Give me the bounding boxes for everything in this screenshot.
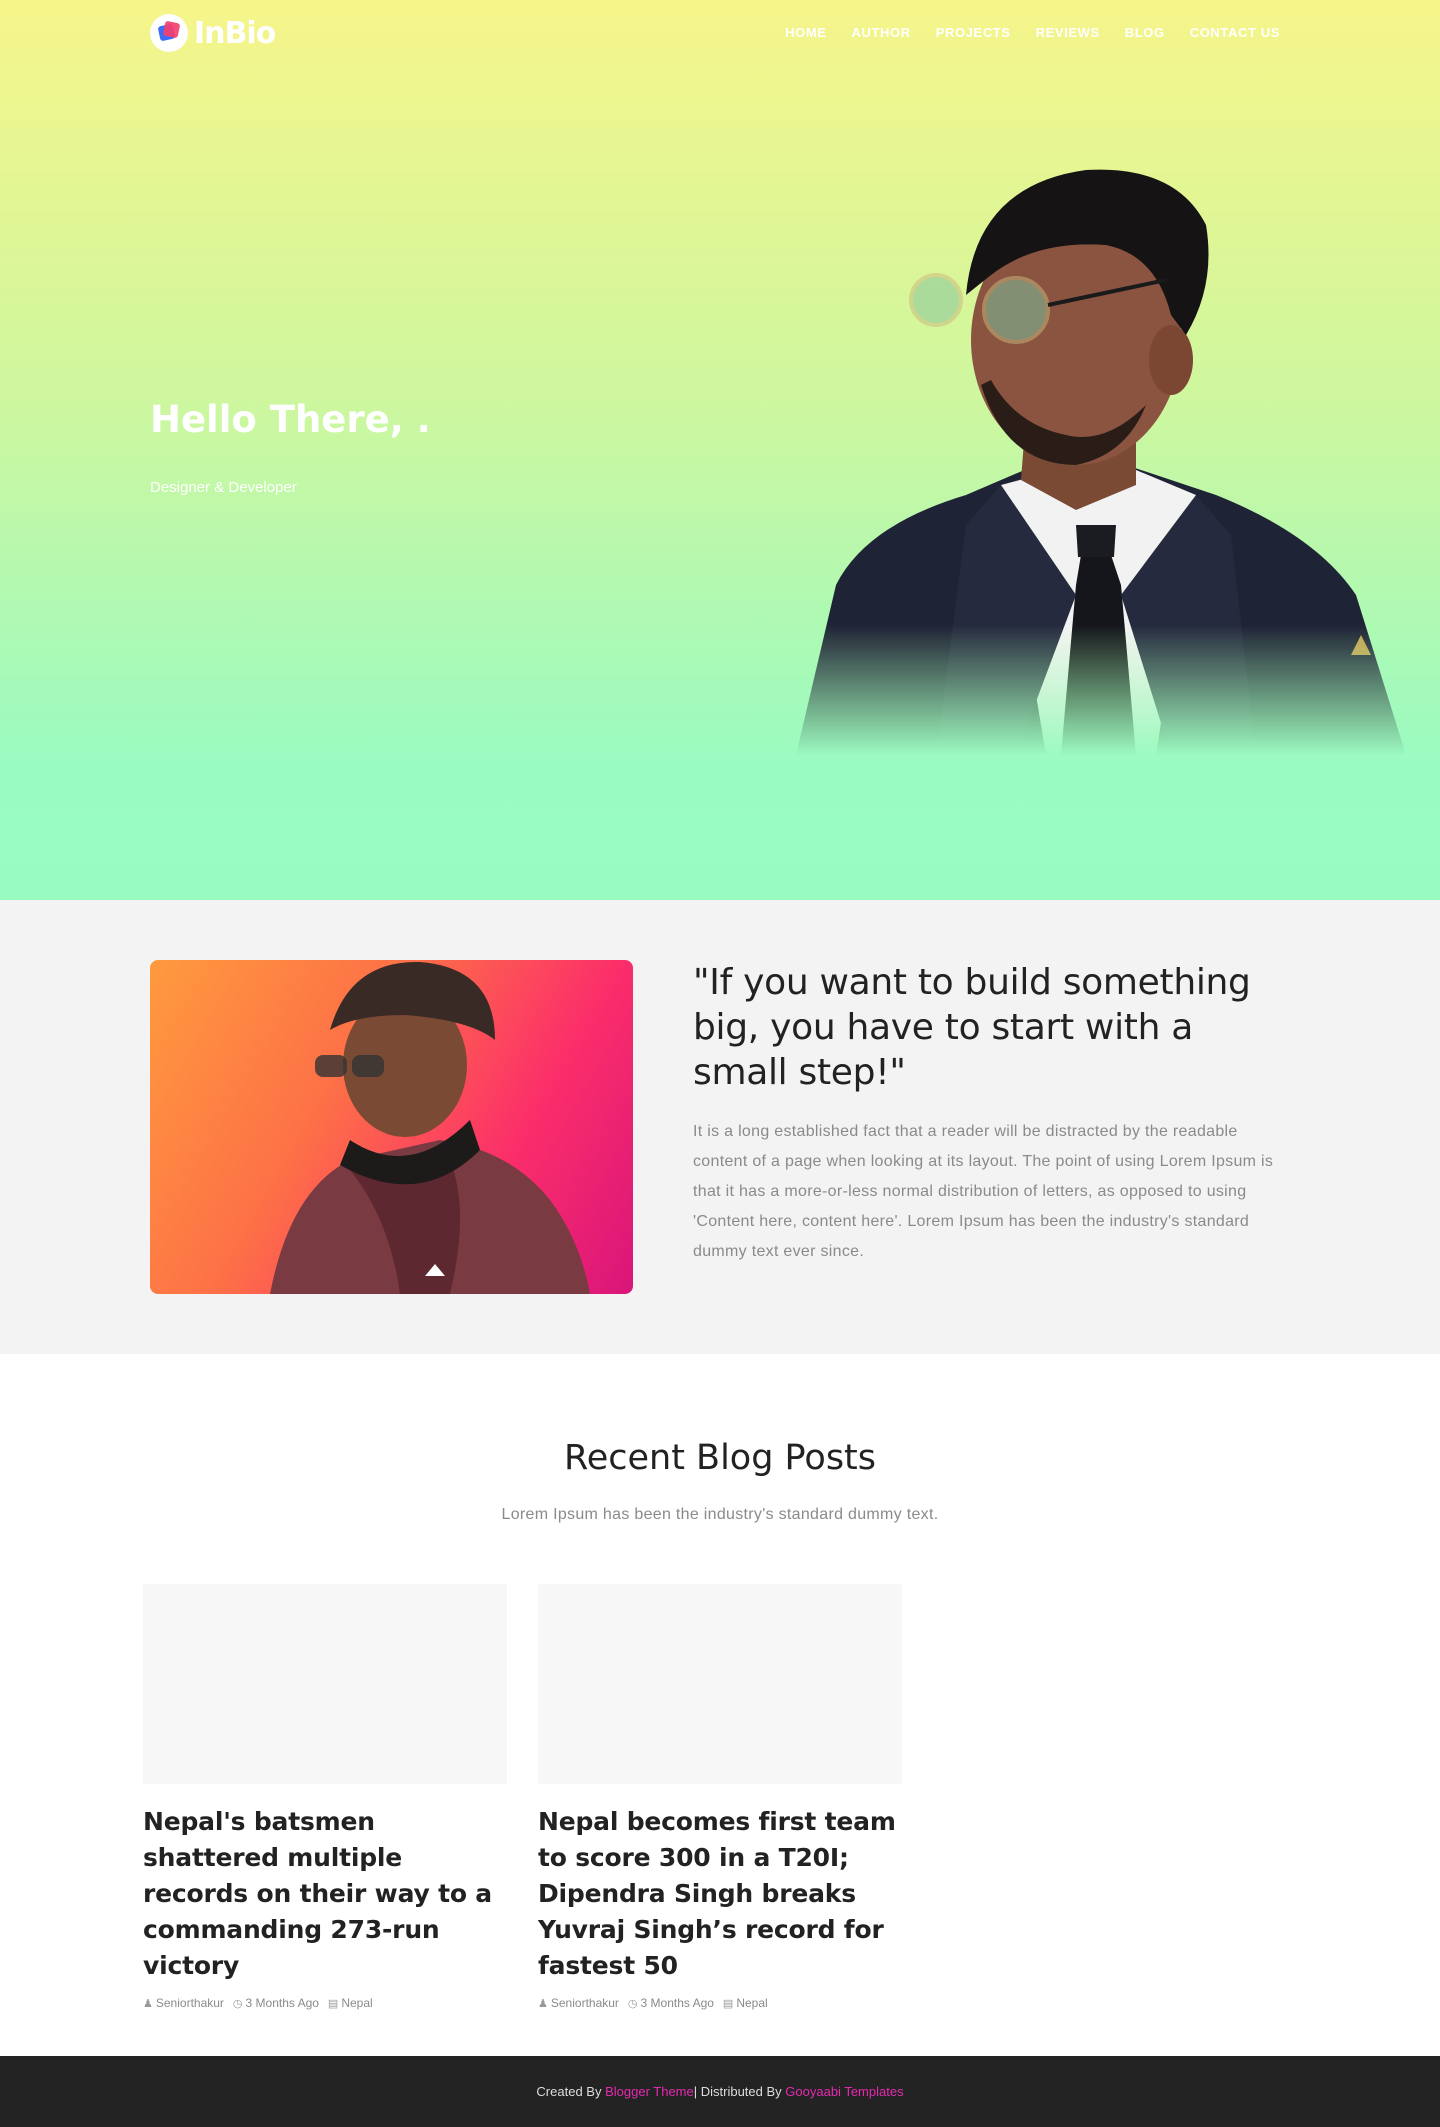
hero-portrait-image bbox=[796, 169, 1406, 755]
post-author[interactable]: ♟ Seniorthakur bbox=[143, 1996, 224, 2010]
main-menu: HOME AUTHOR PROJECTS REVIEWS BLOG CONTAC… bbox=[785, 25, 1280, 40]
footer-distributed-prefix: | Distributed By bbox=[693, 2084, 782, 2099]
about-description: It is a long established fact that a rea… bbox=[693, 1123, 1274, 1260]
post-author-name: Seniorthakur bbox=[155, 1996, 224, 2010]
blog-post-card[interactable]: Nepal's batsmen shattered multiple recor… bbox=[143, 1584, 507, 2010]
clock-icon: ◷ bbox=[232, 1997, 243, 2010]
hero-title: Hello There, . bbox=[150, 398, 431, 441]
top-navbar: InBio HOME AUTHOR PROJECTS REVIEWS BLOG … bbox=[0, 0, 1440, 66]
about-section: "If you want to build something big, you… bbox=[0, 900, 1440, 1354]
post-meta: ♟ Seniorthakur ◷ 3 Months Ago ▤ Nepal bbox=[143, 1996, 507, 2010]
footer-gooyaabi-link[interactable]: Gooyaabi Templates bbox=[785, 2084, 903, 2099]
nav-item-blog[interactable]: BLOG bbox=[1125, 25, 1165, 40]
hero-subtitle: Designer & Developer bbox=[150, 479, 297, 496]
post-category[interactable]: ▤ Nepal bbox=[328, 1996, 373, 2010]
logo-mark-icon bbox=[150, 14, 188, 52]
hero-intro: Hello There, . Designer & Developer bbox=[150, 398, 431, 496]
nav-item-projects[interactable]: PROJECTS bbox=[936, 25, 1011, 40]
post-date-text: 3 Months Ago bbox=[640, 1996, 714, 2010]
folder-icon: ▤ bbox=[327, 1997, 339, 2010]
site-footer: Created By Blogger Theme | Distributed B… bbox=[0, 2056, 1440, 2127]
blog-post-card[interactable]: Nepal becomes first team to score 300 in… bbox=[538, 1584, 902, 2010]
nav-item-contact-us[interactable]: CONTACT US bbox=[1190, 25, 1280, 40]
post-category[interactable]: ▤ Nepal bbox=[723, 1996, 768, 2010]
logo-text: InBio bbox=[194, 15, 276, 51]
blog-section-subtitle: Lorem Ipsum has been the industry's stan… bbox=[501, 1506, 939, 1523]
footer-blogger-theme-link[interactable]: Blogger Theme bbox=[605, 2084, 694, 2099]
user-icon: ♟ bbox=[143, 1997, 153, 2010]
post-category-label: Nepal bbox=[341, 1996, 373, 2010]
post-date: ◷ 3 Months Ago bbox=[233, 1996, 319, 2010]
footer-created-prefix: Created By bbox=[536, 2084, 602, 2099]
nav-item-author[interactable]: AUTHOR bbox=[852, 25, 911, 40]
site-logo[interactable]: InBio bbox=[150, 14, 276, 52]
user-icon: ♟ bbox=[538, 1997, 548, 2010]
post-category-label: Nepal bbox=[736, 1996, 768, 2010]
blog-section-title: Recent Blog Posts bbox=[563, 1438, 877, 1478]
post-date: ◷ 3 Months Ago bbox=[628, 1996, 714, 2010]
author-photo-figure bbox=[270, 961, 590, 1294]
post-thumbnail[interactable] bbox=[538, 1584, 902, 1784]
blog-section: Recent Blog Posts Lorem Ipsum has been t… bbox=[0, 1354, 1440, 2056]
about-quote: "If you want to build something big, you… bbox=[693, 962, 1251, 1093]
clock-icon: ◷ bbox=[627, 1997, 638, 2010]
nav-item-reviews[interactable]: REVIEWS bbox=[1036, 25, 1100, 40]
nav-item-home[interactable]: HOME bbox=[785, 25, 826, 40]
about-content: "If you want to build something big, you… bbox=[693, 960, 1293, 1267]
post-title[interactable]: Nepal becomes first team to score 300 in… bbox=[538, 1804, 902, 1984]
folder-icon: ▤ bbox=[722, 1997, 734, 2010]
post-author[interactable]: ♟ Seniorthakur bbox=[538, 1996, 619, 2010]
post-author-name: Seniorthakur bbox=[550, 1996, 619, 2010]
post-thumbnail[interactable] bbox=[143, 1584, 507, 1784]
post-title[interactable]: Nepal's batsmen shattered multiple recor… bbox=[143, 1804, 507, 1984]
post-date-text: 3 Months Ago bbox=[245, 1996, 319, 2010]
post-meta: ♟ Seniorthakur ◷ 3 Months Ago ▤ Nepal bbox=[538, 1996, 902, 2010]
author-photo bbox=[150, 960, 633, 1294]
hero-section: InBio HOME AUTHOR PROJECTS REVIEWS BLOG … bbox=[0, 0, 1440, 900]
